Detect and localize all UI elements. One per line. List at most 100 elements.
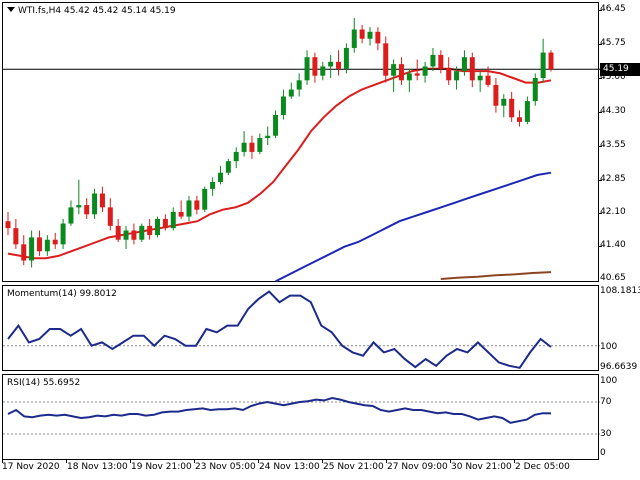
candle-body (359, 29, 365, 39)
time-axis-label: 19 Nov 21:00 (131, 462, 192, 472)
time-axis-label: 30 Nov 21:00 (451, 462, 512, 472)
candle-body (155, 218, 161, 236)
momentum-axis-label: 96.6639 (600, 362, 638, 372)
collapse-triangle-icon[interactable] (7, 7, 15, 12)
time-axis-label: 25 Nov 21:00 (323, 462, 384, 472)
candle-body (406, 73, 412, 81)
rsi-title: RSI(14) 55.6952 (7, 378, 81, 388)
candle-body (414, 73, 420, 76)
candle-body (265, 135, 271, 139)
momentum-axis-label: 108.1813 (600, 286, 640, 296)
candle-body (336, 61, 342, 69)
candle-body (375, 31, 381, 44)
candle-body (5, 221, 11, 229)
candle-body (225, 161, 231, 173)
candle-body (273, 114, 279, 136)
candle-body (548, 52, 554, 70)
time-axis-label: 27 Nov 09:00 (387, 462, 448, 472)
momentum-axis-label: 100 (600, 342, 618, 352)
momentum-pane[interactable]: Momentum(14) 99.8012 (2, 285, 600, 371)
candle-body (241, 142, 247, 152)
candle-body (288, 89, 294, 97)
time-axis-label: 2 Dec 05:00 (515, 462, 570, 472)
candle-body (29, 237, 35, 261)
candle-body (76, 205, 82, 208)
price-axis-label: 42.10 (600, 207, 626, 217)
candle-body (477, 75, 483, 81)
time-axis-label: 18 Nov 13:00 (67, 462, 128, 472)
rsi-axis-label: 70 (600, 397, 612, 407)
candle-body (454, 71, 460, 81)
candle-body (430, 54, 436, 67)
candle-body (257, 138, 263, 152)
candle-body (21, 244, 27, 261)
candle-body (438, 54, 444, 69)
current-price-tag: 45.19 (600, 63, 640, 76)
candle-body (92, 193, 98, 215)
candle-body (202, 188, 208, 210)
candle-body (178, 212, 184, 217)
chart-window: WTI.fs,H4 45.42 45.42 45.14 45.19 Moment… (0, 0, 640, 480)
price-axis-label: 44.30 (600, 106, 626, 116)
candle-body (398, 64, 404, 81)
candle-body (210, 181, 216, 189)
candle-body (170, 212, 176, 229)
momentum-line (7, 290, 552, 369)
candle-body (217, 172, 223, 182)
candle-body (13, 228, 19, 245)
symbol-ohlc-readout: WTI.fs,H4 45.42 45.42 45.14 45.19 (18, 6, 176, 16)
candle-body (107, 207, 113, 226)
rsi-canvas (3, 396, 600, 435)
candle-body (115, 225, 121, 240)
candle-body (68, 207, 74, 224)
candle-body (131, 230, 137, 240)
candle-body (44, 239, 50, 252)
price-axis-label: 43.55 (600, 140, 626, 150)
candle-body (249, 142, 255, 152)
rsi-axis-label: 0 (600, 448, 606, 458)
rsi-pane[interactable]: RSI(14) 55.6952 (2, 374, 600, 460)
candle-body (517, 117, 523, 122)
candle-body (99, 193, 105, 208)
candle-body (60, 223, 66, 245)
candle-body (312, 57, 318, 76)
candle-body (194, 200, 200, 210)
candle-body (123, 230, 129, 240)
candle-body (52, 239, 58, 245)
ema-slow-line (440, 271, 552, 280)
candle-body (391, 64, 397, 76)
candle-body (233, 151, 239, 162)
candle-body (524, 101, 530, 122)
time-axis-label: 24 Nov 13:00 (259, 462, 320, 472)
price-axis-label: 41.40 (600, 240, 626, 250)
candle-body (493, 84, 499, 106)
rsi-axis-label: 30 (600, 429, 612, 439)
candle-body (351, 29, 357, 48)
price-chart-pane[interactable]: WTI.fs,H4 45.42 45.42 45.14 45.19 (2, 2, 600, 283)
candle-body (383, 43, 389, 76)
candle-body (446, 68, 452, 81)
ema-mid-line (275, 171, 552, 283)
candle-body (162, 218, 168, 229)
candle-body (296, 80, 302, 90)
candle-body (469, 57, 475, 81)
candle-body (186, 200, 192, 217)
price-axis-label: 40.65 (600, 273, 626, 283)
price-axis-label: 45.75 (600, 38, 626, 48)
time-axis-label: 17 Nov 2020 (2, 462, 60, 472)
candle-body (485, 75, 491, 85)
candle-body (36, 237, 42, 252)
candle-body (501, 98, 507, 106)
candle-body (461, 57, 467, 72)
price-chart-canvas (3, 17, 600, 283)
candle-body (328, 61, 334, 67)
candle-body (147, 225, 153, 236)
candle-body (139, 225, 145, 240)
rsi-axis-label: 100 (600, 376, 618, 386)
momentum-title: Momentum(14) 99.8012 (7, 289, 117, 299)
candle-body (540, 52, 546, 78)
candle-body (320, 66, 326, 76)
time-axis-label: 23 Nov 05:00 (195, 462, 256, 472)
candle-body (532, 78, 538, 102)
price-chart-title: WTI.fs,H4 45.42 45.42 45.14 45.19 (7, 6, 176, 16)
